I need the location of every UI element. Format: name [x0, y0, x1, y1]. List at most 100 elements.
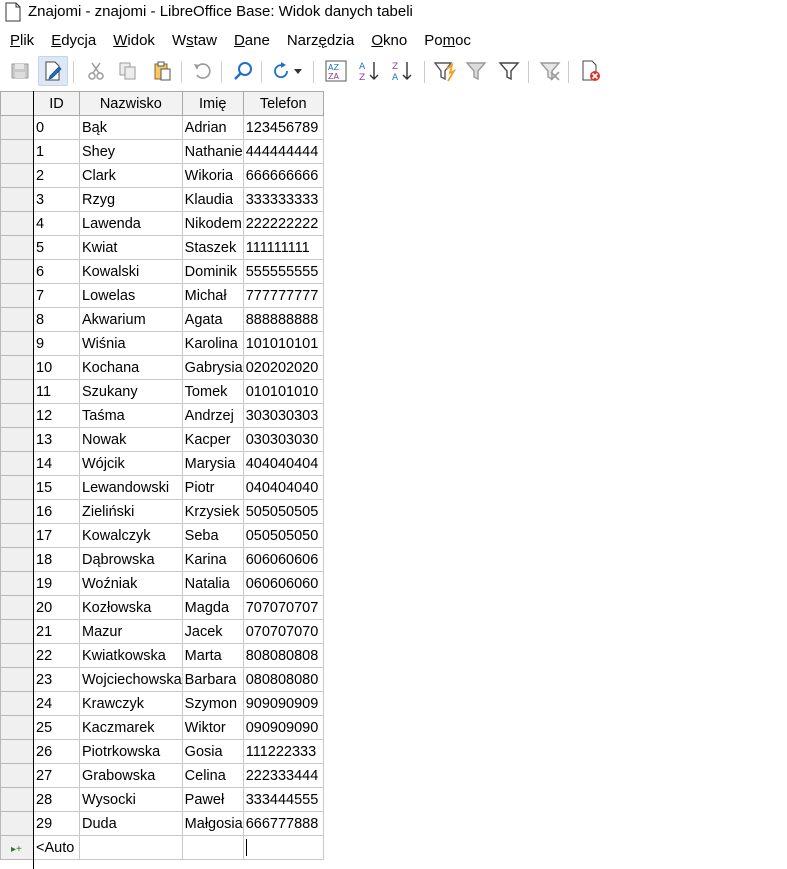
cell-telefon[interactable]: 040404040 — [242, 475, 324, 500]
cell-nazwisko[interactable]: Lewandowski — [79, 475, 183, 500]
cell-imie[interactable]: Karolina — [181, 331, 244, 356]
cell-id[interactable]: 15 — [33, 475, 80, 500]
menu-item[interactable]: Wstaw — [172, 32, 217, 49]
cell-telefon[interactable]: 111111111 — [242, 235, 324, 260]
table-row[interactable]: 17 Kowalczyk Seba 050505050 — [0, 523, 324, 548]
row-header[interactable] — [0, 715, 34, 740]
table-row[interactable]: 4 Lawenda Nikodem 222222222 — [0, 211, 324, 236]
cell-telefon[interactable]: 010101010 — [242, 379, 324, 404]
cell-telefon[interactable]: 333333333 — [242, 187, 324, 212]
cell-telefon[interactable]: 666777888 — [242, 811, 324, 836]
cell-imie[interactable]: Natalia — [181, 571, 244, 596]
cell-id[interactable]: 2 — [33, 163, 80, 188]
table-row[interactable]: 6 Kowalski Dominik 555555555 — [0, 259, 324, 284]
cell-id[interactable]: 14 — [33, 451, 80, 476]
table-row[interactable]: 21 Mazur Jacek 070707070 — [0, 619, 324, 644]
cell-nazwisko[interactable]: Dąbrowska — [79, 547, 183, 572]
cell-telefon[interactable]: 666666666 — [242, 163, 324, 188]
cell-imie[interactable]: Paweł — [181, 787, 244, 812]
cell-telefon[interactable]: 808080808 — [242, 643, 324, 668]
cell-imie[interactable]: Gabrysia — [181, 355, 244, 380]
table-row[interactable]: 7 Lowelas Michał 777777777 — [0, 283, 324, 308]
cell-id[interactable]: 19 — [33, 571, 80, 596]
new-record-row[interactable]: ▸+ <Auto — [0, 835, 324, 860]
row-header[interactable] — [0, 763, 34, 788]
table-row[interactable]: 18 Dąbrowska Karina 606060606 — [0, 547, 324, 572]
cell-id[interactable]: 0 — [33, 115, 80, 140]
cell-imie[interactable]: Barbara — [181, 667, 244, 692]
row-header[interactable] — [0, 331, 34, 356]
table-row[interactable]: 5 Kwiat Staszek 111111111 — [0, 235, 324, 260]
cell-imie[interactable]: Staszek — [181, 235, 244, 260]
table-row[interactable]: 25 Kaczmarek Wiktor 090909090 — [0, 715, 324, 740]
cell-imie[interactable] — [181, 835, 244, 860]
cell-telefon[interactable]: 111222333 — [242, 739, 324, 764]
cell-nazwisko[interactable]: Kowalczyk — [79, 523, 183, 548]
cell-telefon[interactable]: 606060606 — [242, 547, 324, 572]
table-row[interactable]: 28 Wysocki Paweł 333444555 — [0, 787, 324, 812]
cell-imie[interactable]: Michał — [181, 283, 244, 308]
new-record-indicator[interactable]: ▸+ — [0, 835, 34, 860]
row-header[interactable] — [0, 667, 34, 692]
cell-imie[interactable]: Dominik — [181, 259, 244, 284]
cell-imie[interactable]: Krzysiek — [181, 499, 244, 524]
cell-nazwisko[interactable]: Grabowska — [79, 763, 183, 788]
row-header[interactable] — [0, 619, 34, 644]
cell-telefon[interactable]: 333444555 — [242, 787, 324, 812]
cell-imie[interactable]: Wikoria — [181, 163, 244, 188]
cell-id[interactable]: 27 — [33, 763, 80, 788]
cell-nazwisko[interactable]: Szukany — [79, 379, 183, 404]
undo-icon[interactable] — [188, 57, 216, 85]
cell-telefon[interactable]: 222333444 — [242, 763, 324, 788]
cell-telefon[interactable]: 555555555 — [242, 259, 324, 284]
menu-item[interactable]: Plik — [10, 32, 34, 49]
cell-imie[interactable]: Karina — [181, 547, 244, 572]
cell-id[interactable]: 28 — [33, 787, 80, 812]
cell-telefon[interactable] — [242, 835, 324, 860]
row-header[interactable] — [0, 163, 34, 188]
grid-corner[interactable] — [0, 91, 34, 116]
row-header[interactable] — [0, 451, 34, 476]
cell-nazwisko[interactable]: Lowelas — [79, 283, 183, 308]
cell-imie[interactable]: Piotr — [181, 475, 244, 500]
table-row[interactable]: 10 Kochana Gabrysia 020202020 — [0, 355, 324, 380]
cell-telefon[interactable]: 070707070 — [242, 619, 324, 644]
delete-record-icon[interactable] — [577, 57, 605, 85]
save-record-icon[interactable] — [6, 57, 34, 85]
cell-nazwisko[interactable]: Kowalski — [79, 259, 183, 284]
cell-nazwisko[interactable]: Rzyg — [79, 187, 183, 212]
cell-nazwisko[interactable]: Lawenda — [79, 211, 183, 236]
edit-data-icon[interactable] — [38, 56, 68, 86]
sort-icon[interactable]: AZ ZA — [322, 57, 350, 85]
cell-id[interactable]: 3 — [33, 187, 80, 212]
row-header[interactable] — [0, 811, 34, 836]
cell-id[interactable]: 29 — [33, 811, 80, 836]
cell-telefon[interactable]: 080808080 — [242, 667, 324, 692]
column-header-imie[interactable]: Imię — [181, 91, 244, 116]
cell-id[interactable]: 24 — [33, 691, 80, 716]
menu-item[interactable]: Widok — [113, 32, 155, 49]
cell-imie[interactable]: Marta — [181, 643, 244, 668]
cell-imie[interactable]: Andrzej — [181, 403, 244, 428]
table-row[interactable]: 0 Bąk Adrian 123456789 — [0, 115, 324, 140]
row-header[interactable] — [0, 523, 34, 548]
chevron-down-icon[interactable] — [291, 57, 305, 85]
cell-id[interactable]: 5 — [33, 235, 80, 260]
cell-telefon[interactable]: 060606060 — [242, 571, 324, 596]
cell-nazwisko[interactable]: Kwiatkowska — [79, 643, 183, 668]
row-header[interactable] — [0, 235, 34, 260]
cell-id[interactable]: 17 — [33, 523, 80, 548]
cell-imie[interactable]: Szymon — [181, 691, 244, 716]
standard-filter-icon[interactable] — [495, 57, 523, 85]
row-header[interactable] — [0, 643, 34, 668]
cell-telefon[interactable]: 909090909 — [242, 691, 324, 716]
table-row[interactable]: 9 Wiśnia Karolina 101010101 — [0, 331, 324, 356]
menu-item[interactable]: Dane — [234, 32, 270, 49]
column-header-telefon[interactable]: Telefon — [242, 91, 324, 116]
column-header-nazwisko[interactable]: Nazwisko — [79, 91, 183, 116]
cell-imie[interactable]: Nathanie — [181, 139, 244, 164]
cell-imie[interactable]: Gosia — [181, 739, 244, 764]
row-header[interactable] — [0, 115, 34, 140]
table-row[interactable]: 23 Wojciechowska Barbara 080808080 — [0, 667, 324, 692]
cell-imie[interactable]: Klaudia — [181, 187, 244, 212]
